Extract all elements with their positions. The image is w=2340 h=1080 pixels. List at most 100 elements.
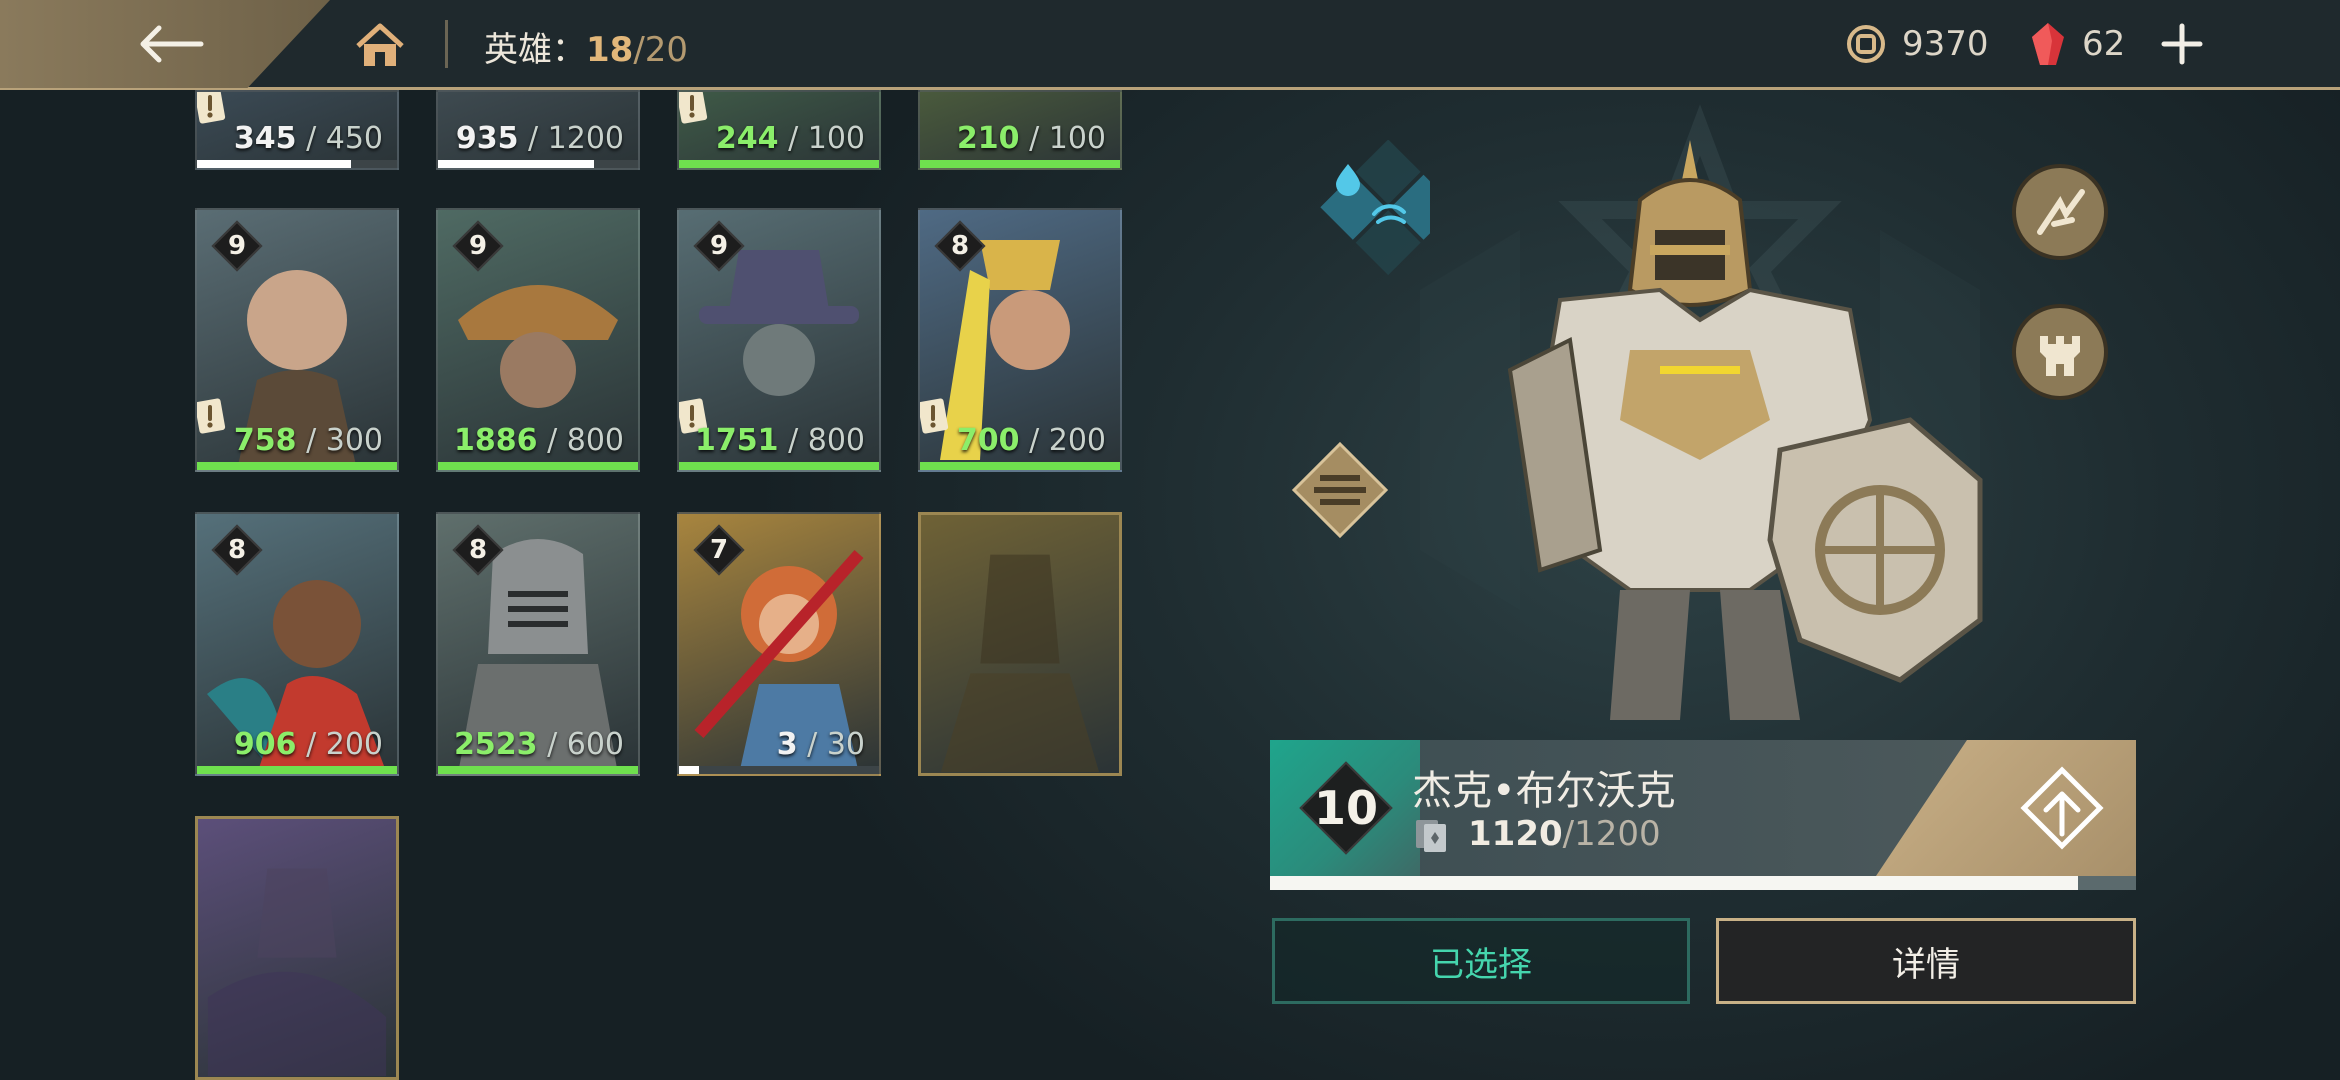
hero-card-progress-bar bbox=[679, 462, 879, 470]
gem-balance[interactable]: 62 bbox=[2030, 18, 2125, 70]
hero-card-level-badge: 9 bbox=[697, 224, 741, 268]
selected-button[interactable]: 已选择 bbox=[1272, 918, 1690, 1004]
hero-card-shards-current: 345 bbox=[233, 121, 297, 156]
hero-card-progress-bar bbox=[920, 462, 1120, 470]
hero-card-level: 9 bbox=[227, 231, 247, 261]
hero-card[interactable]: 7 3 / 30 bbox=[677, 512, 881, 776]
hero-card-shards-current: 758 bbox=[233, 423, 297, 458]
hero-card-progress-bar bbox=[438, 766, 638, 774]
hero-card-level: 9 bbox=[709, 231, 729, 261]
hero-card[interactable]: 210 / 100 bbox=[918, 90, 1122, 170]
hero-selection-screen: 英雄：18/20 9370 62 345 / 450 935 / 1200 244 … bbox=[0, 0, 2340, 1080]
hero-card-shards-current: 935 bbox=[455, 121, 519, 156]
hero-card-shards-current: 700 bbox=[956, 423, 1020, 458]
hero-card[interactable]: 9 1751 / 800 bbox=[677, 208, 881, 472]
hero-card-shards-current: 244 bbox=[715, 121, 779, 156]
hero-level-badge: 10 bbox=[1304, 766, 1388, 850]
coin-balance[interactable]: 9370 bbox=[1846, 18, 1989, 70]
hero-card-progress-fill bbox=[438, 160, 594, 168]
hero-card[interactable]: 8 700 / 200 bbox=[918, 208, 1122, 472]
hero-card-progress-fill bbox=[438, 462, 638, 470]
hero-card[interactable]: 8 906 / 200 bbox=[195, 512, 399, 776]
hero-card-level-badge: 9 bbox=[215, 224, 259, 268]
hero-card-level-badge: 8 bbox=[456, 528, 500, 572]
hero-card-progress-bar bbox=[197, 462, 397, 470]
hero-card[interactable]: 244 / 100 bbox=[677, 90, 881, 170]
coin-icon bbox=[1847, 25, 1885, 63]
hero-card-progress-fill bbox=[197, 766, 397, 774]
hero-card-portrait bbox=[207, 868, 387, 1077]
hero-card[interactable]: 345 / 450 bbox=[195, 90, 399, 170]
hero-card-level-badge: 8 bbox=[215, 528, 259, 572]
hero-card-shard-count: 3 / 30 bbox=[777, 727, 865, 762]
upgrade-arrow-icon bbox=[2020, 766, 2104, 850]
hero-card[interactable]: 9 1886 / 800 bbox=[436, 208, 640, 472]
upgrade-button[interactable] bbox=[2012, 758, 2112, 858]
hero-card-progress-bar bbox=[197, 160, 397, 168]
hero-card-shards-required: / 100 bbox=[1019, 121, 1106, 156]
hero-card-shard-count: 700 / 200 bbox=[957, 423, 1106, 458]
hero-card-shards-required: / 100 bbox=[778, 121, 865, 156]
hero-card-shard-count: 935 / 1200 bbox=[456, 121, 624, 156]
upgrade-alert-icon bbox=[679, 92, 708, 124]
hero-card-shards-required: / 600 bbox=[537, 727, 624, 762]
hero-card-shards-required: / 800 bbox=[537, 423, 624, 458]
hero-card-shard-count: 345 / 450 bbox=[234, 121, 383, 156]
hero-card-progress-bar bbox=[197, 766, 397, 774]
hero-card-level: 8 bbox=[227, 535, 247, 565]
plus-icon bbox=[2161, 23, 2203, 65]
hero-portrait bbox=[1507, 140, 1983, 720]
hero-card-level-badge: 9 bbox=[456, 224, 500, 268]
hero-card-shards-current: 3 bbox=[776, 727, 798, 762]
gem-amount: 62 bbox=[2082, 24, 2126, 64]
locked-hero-card[interactable] bbox=[195, 816, 399, 1080]
locked-hero-card[interactable] bbox=[918, 512, 1122, 776]
wind-element-icon bbox=[1372, 204, 1406, 224]
shards-separator: / bbox=[1562, 814, 1575, 854]
hero-card-shard-count: 1886 / 800 bbox=[454, 423, 624, 458]
hero-card[interactable]: 935 / 1200 bbox=[436, 90, 640, 170]
details-button[interactable]: 详情 bbox=[1716, 918, 2136, 1004]
hero-card-shard-count: 758 / 300 bbox=[234, 423, 383, 458]
hero-card-shards-required: / 200 bbox=[1019, 423, 1106, 458]
upgrade-alert-icon bbox=[197, 398, 226, 434]
hero-level: 10 bbox=[1313, 781, 1378, 835]
shards-current: 1120 bbox=[1468, 814, 1563, 854]
hero-card[interactable]: 8 2523 / 600 bbox=[436, 512, 640, 776]
hero-card-level: 7 bbox=[709, 535, 729, 565]
water-element-icon bbox=[1336, 164, 1360, 196]
hero-card-progress-fill bbox=[679, 462, 879, 470]
hero-card-progress-bar bbox=[679, 766, 879, 774]
hero-card-shards-required: / 450 bbox=[296, 121, 383, 156]
hero-card-shard-count: 906 / 200 bbox=[234, 727, 383, 762]
hero-card-progress-fill bbox=[197, 160, 351, 168]
hero-card-shard-count: 1751 / 800 bbox=[695, 423, 865, 458]
hero-card-progress-bar bbox=[438, 462, 638, 470]
hero-card-progress-fill bbox=[920, 462, 1120, 470]
hero-card-progress-fill bbox=[438, 766, 638, 774]
shard-progress-bar bbox=[1270, 876, 2136, 890]
hero-card-level: 9 bbox=[468, 231, 488, 261]
hero-card[interactable]: 9 758 / 300 bbox=[195, 208, 399, 472]
hero-card-shards-required: / 300 bbox=[296, 423, 383, 458]
hero-card-shard-count: 210 / 100 bbox=[957, 121, 1106, 156]
upgrade-alert-icon bbox=[197, 92, 226, 124]
hero-name: 杰克•布尔沃克 bbox=[1412, 768, 1676, 814]
hero-card-shard-count: 244 / 100 bbox=[716, 121, 865, 156]
hero-card-progress-fill bbox=[197, 462, 397, 470]
hero-card-progress-bar bbox=[438, 160, 638, 168]
hero-card-level: 8 bbox=[950, 231, 970, 261]
hero-card-shards-required: / 30 bbox=[797, 727, 865, 762]
hero-card-level-badge: 8 bbox=[938, 224, 982, 268]
add-currency-button[interactable] bbox=[2156, 18, 2208, 70]
class-badge-icon bbox=[1291, 441, 1389, 539]
gem-icon bbox=[2032, 23, 2064, 65]
hero-card-progress-bar bbox=[679, 160, 879, 168]
shards-required: 1200 bbox=[1574, 814, 1661, 854]
hero-card-progress-fill bbox=[920, 160, 1120, 168]
hero-card-shards-required: / 200 bbox=[296, 727, 383, 762]
coin-amount: 9370 bbox=[1902, 24, 1989, 64]
hero-card-shards-required: / 1200 bbox=[518, 121, 624, 156]
hero-card-level: 8 bbox=[468, 535, 488, 565]
hero-card-shards-required: / 800 bbox=[778, 423, 865, 458]
